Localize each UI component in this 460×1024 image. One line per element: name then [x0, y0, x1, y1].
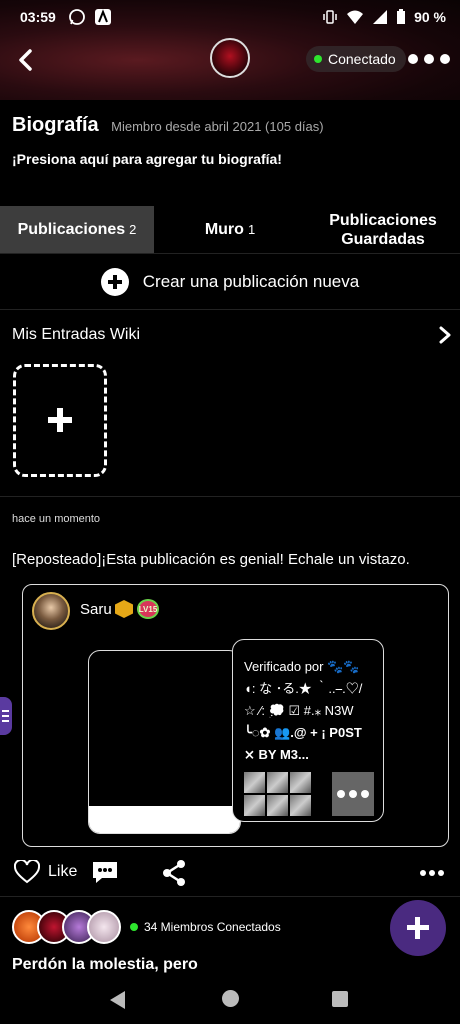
status-right: 90 % — [322, 9, 446, 25]
create-post-label: Crear una publicación nueva — [142, 271, 360, 291]
image-thumbnails — [244, 772, 374, 816]
repost-content-card[interactable]: Verificado por 🐾🐾 ◖: な ･る.★ ‵..⎯.♡/ ☆ ⁄:… — [232, 639, 384, 822]
heart-icon — [14, 860, 40, 884]
more-options-button[interactable] — [408, 46, 450, 72]
divider — [0, 496, 460, 497]
thumbnail — [290, 795, 311, 816]
more-icon — [420, 870, 426, 876]
post-timestamp: hace un momento — [12, 513, 101, 525]
member-since: Miembro desde abril 2021 (105 días) — [111, 119, 324, 134]
card-line: Verificado por 🐾🐾 — [244, 659, 360, 674]
back-arrow-icon — [19, 49, 32, 71]
tab-publicaciones[interactable]: Publicaciones 2 — [0, 206, 154, 253]
chevron-right-icon — [439, 326, 451, 344]
status-bar: 03:59 90 % — [0, 0, 460, 34]
repost-cover-card[interactable] — [88, 650, 241, 834]
online-status[interactable]: Conectado — [306, 46, 406, 72]
nav-back-button[interactable] — [110, 991, 125, 1009]
card-line: ╰◌✿ 👥.@ + ¡ P0ST — [244, 725, 362, 740]
more-images-icon — [332, 772, 374, 816]
level-badge: LV15 — [137, 599, 159, 619]
signal-icon — [373, 10, 388, 24]
add-bio-link[interactable]: ¡Presiona aquí para agregar tu biografía… — [12, 151, 452, 167]
create-post-button[interactable]: Crear una publicación nueva — [0, 254, 460, 310]
bio-title: Biografía — [12, 114, 99, 136]
online-dot-icon — [130, 923, 138, 931]
back-button[interactable] — [12, 46, 40, 74]
post-text[interactable]: [Reposteado]¡Esta publicación es genial!… — [12, 551, 410, 568]
thumbnail — [267, 772, 288, 793]
wiki-entries-header[interactable]: Mis Entradas Wiki — [12, 326, 452, 344]
share-icon — [163, 860, 185, 886]
online-dot-icon — [314, 55, 322, 63]
curator-badge-icon — [115, 600, 133, 618]
create-fab-button[interactable] — [390, 900, 446, 956]
share-button[interactable] — [162, 860, 186, 891]
thumbnail — [244, 772, 265, 793]
like-label: Like — [48, 863, 78, 880]
post-more-button[interactable] — [420, 870, 444, 876]
thumbnail — [290, 772, 311, 793]
comment-button[interactable] — [92, 860, 118, 889]
repost-author-avatar[interactable] — [32, 592, 70, 630]
nav-home-button[interactable] — [222, 990, 239, 1007]
next-post-title[interactable]: Perdón la molestia, pero — [12, 956, 198, 976]
post-actions: Like — [0, 856, 460, 892]
member-avatar — [87, 910, 121, 944]
battery-icon — [397, 9, 406, 24]
biography-section[interactable]: Biografía Miembro desde abril 2021 (105 … — [12, 114, 452, 167]
vibrate-icon — [323, 10, 337, 24]
like-button[interactable]: Like — [14, 860, 77, 884]
nav-recents-button[interactable] — [332, 991, 348, 1007]
add-wiki-entry-button[interactable] — [13, 364, 107, 477]
whatsapp-icon — [68, 8, 86, 26]
card-line: ☆ ⁄: 💭 ☑ #.⁎ N3W — [244, 703, 354, 718]
system-nav-bar — [0, 976, 460, 1024]
online-members[interactable]: 34 Miembros Conectados — [12, 910, 281, 944]
thumbnail — [267, 795, 288, 816]
reposted-card[interactable]: Saru LV15 Verificado por 🐾🐾 ◖: な ･る.★ ‵.… — [22, 584, 449, 847]
divider — [0, 896, 460, 897]
clock: 03:59 — [20, 9, 56, 25]
members-count: 34 Miembros Conectados — [130, 920, 281, 934]
comment-icon — [93, 862, 117, 883]
profile-avatar[interactable] — [210, 38, 250, 78]
card-line: ⨯ BY M3... — [244, 747, 309, 762]
repost-author-name[interactable]: Saru — [80, 601, 112, 618]
tab-muro[interactable]: Muro 1 — [154, 206, 306, 253]
wiki-title: Mis Entradas Wiki — [12, 326, 141, 343]
more-icon — [408, 54, 418, 64]
tab-guardadas[interactable]: Publicaciones Guardadas — [306, 206, 460, 253]
members-count-label: 34 Miembros Conectados — [144, 920, 281, 934]
card-line: ◖: な ･る.★ ‵..⎯.♡/ — [244, 681, 363, 696]
profile-tabs: Publicaciones 2 Muro 1 Publicaciones Guard… — [0, 206, 460, 254]
side-drawer-handle[interactable] — [0, 697, 12, 735]
wifi-icon — [347, 10, 364, 24]
battery-level: 90 % — [414, 9, 446, 25]
image-thumbnails — [244, 795, 311, 816]
online-status-label: Conectado — [328, 51, 396, 67]
thumbnail — [244, 795, 265, 816]
plus-circle-icon — [100, 267, 129, 296]
cover-card-footer — [89, 806, 240, 833]
app-notification-icon — [94, 8, 112, 26]
